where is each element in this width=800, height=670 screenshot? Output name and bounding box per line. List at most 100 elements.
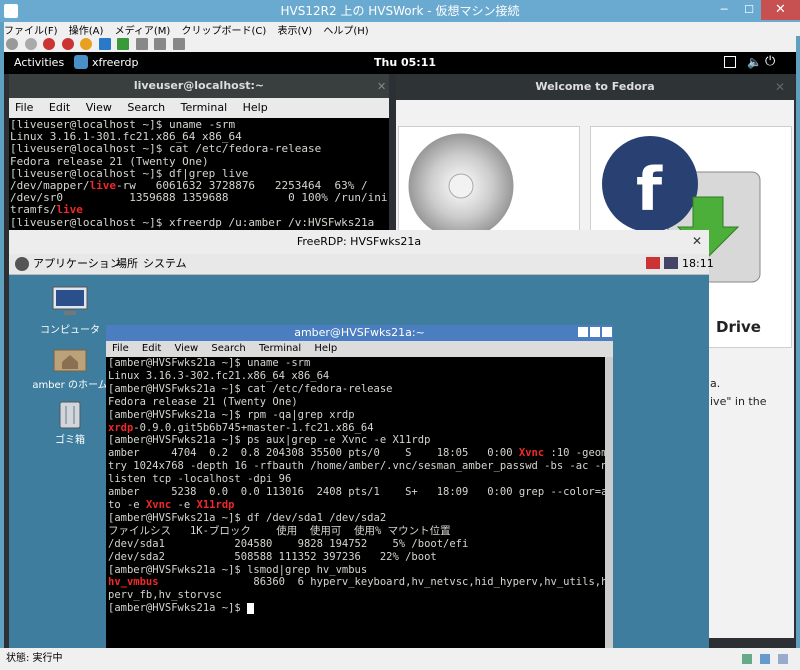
network-icon[interactable]	[664, 257, 678, 269]
trash-icon[interactable]	[56, 398, 84, 430]
clock[interactable]: Thu 05:11	[374, 56, 436, 69]
panel-places[interactable]: 場所	[116, 254, 138, 274]
remote-panel: アプリケーション 場所 システム 18:11	[9, 254, 714, 275]
terminal-text: [liveuser@localhost ~]$ uname -srm	[10, 119, 236, 131]
svg-text:f: f	[636, 155, 663, 225]
computer-icon[interactable]	[50, 285, 90, 319]
reset-icon[interactable]	[117, 38, 129, 50]
gnome-foot-icon[interactable]	[15, 257, 29, 271]
pause-icon[interactable]	[98, 38, 111, 50]
app-menu[interactable]: xfreerdp	[92, 56, 139, 69]
volume-icon[interactable]: 🔈	[747, 55, 762, 69]
terminal-line: [amber@HVSFwks21a ~]$ df /dev/sda1 /dev/…	[108, 512, 605, 525]
terminal-line: ファイルシス 1K-ブロック 使用 使用可 使用% マウント位置	[108, 525, 605, 538]
terminal-text: /dev/sda2 508588 111352 397236 22% /boot	[108, 550, 437, 563]
amber-terminal-scrollbar[interactable]	[605, 357, 613, 648]
panel-system[interactable]: システム	[143, 254, 187, 274]
amber-maximize-icon[interactable]	[590, 327, 600, 337]
power-icon[interactable]: ⏻	[765, 54, 775, 69]
save-icon[interactable]	[80, 38, 92, 50]
terminal-line: Linux 3.16.3-302.fc21.x86_64 x86_64	[108, 370, 605, 383]
welcome-text-2: ive" in the	[710, 395, 767, 408]
at-menu-terminal[interactable]: Terminal	[259, 343, 301, 354]
terminal-line: hv_vmbus 86360 6 hyperv_keyboard,hv_netv…	[108, 576, 605, 589]
lt-menu-terminal[interactable]: Terminal	[181, 101, 228, 114]
terminal-line: /dev/sda1 204580 9828 194752 5% /boot/ef…	[108, 538, 605, 551]
drive-label: Drive	[716, 318, 761, 336]
highlight-match: live	[56, 203, 83, 217]
at-menu-file[interactable]: File	[112, 343, 129, 354]
amber-terminal-output[interactable]: [amber@HVSFwks21a ~]$ uname -srm Linux 3.…	[108, 357, 605, 647]
status-lock-icon	[742, 654, 752, 664]
terminal-text: [amber@HVSFwks21a ~]$ rpm -qa|grep xrdp	[108, 408, 355, 421]
liveuser-close-icon[interactable]: ✕	[377, 80, 386, 93]
enhanced-session-icon[interactable]	[172, 38, 185, 50]
terminal-line: [liveuser@localhost ~]$ xfreerdp /u:ambe…	[10, 215, 388, 229]
liveuser-terminal-output[interactable]: [liveuser@localhost ~]$ uname -srm Linux …	[10, 119, 388, 230]
update-icon[interactable]	[646, 257, 660, 269]
terminal-text: Fedora release 21 (Twenty One)	[10, 154, 209, 168]
minimize-button[interactable]: ─	[711, 0, 737, 20]
terminal-text: ファイルシス 1K-ブロック 使用 使用可 使用% マウント位置	[108, 524, 451, 537]
terminal-line: [amber@HVSFwks21a ~]$ uname -srm	[108, 357, 605, 370]
terminal-text: tramfs/	[10, 203, 57, 217]
terminal-text: [liveuser@localhost ~]$ cat /etc/fedora-…	[10, 142, 322, 156]
shutdown-icon[interactable]	[61, 38, 74, 50]
turn-off-icon[interactable]	[43, 38, 55, 50]
lt-menu-search[interactable]: Search	[127, 101, 165, 114]
activities-button[interactable]: Activities	[14, 56, 64, 69]
lt-menu-help[interactable]: Help	[243, 101, 268, 114]
revert-icon[interactable]	[154, 38, 166, 50]
amber-minimize-icon[interactable]	[578, 327, 588, 337]
highlight-match: X11rdp	[196, 498, 235, 511]
freerdp-close-icon[interactable]: ✕	[692, 234, 702, 248]
amber-close-icon[interactable]	[602, 327, 612, 337]
terminal-line: [amber@HVSFwks21a ~]$ cat /etc/fedora-re…	[108, 383, 605, 396]
hyperv-menubar: ファイル(F) 操作(A) メディア(M) クリップボード(C) 表示(V) ヘ…	[4, 22, 800, 37]
amber-terminal-menubar: File Edit View Search Terminal Help	[106, 341, 613, 357]
trash-label: ゴミ箱	[55, 435, 85, 446]
liveuser-terminal-menubar: File Edit View Search Terminal Help	[9, 98, 389, 118]
terminal-line: amber 4704 0.2 0.8 204308 35500 pts/0 S …	[108, 447, 605, 460]
lt-menu-file[interactable]: File	[15, 101, 33, 114]
ctrl-alt-del-icon[interactable]	[6, 38, 18, 50]
at-menu-search[interactable]: Search	[211, 343, 245, 354]
highlight-match: Xvnc	[518, 447, 545, 460]
terminal-line: Fedora release 21 (Twenty One)	[108, 396, 605, 409]
terminal-text: /dev/sda1 204580 9828 194752 5% /boot/ef…	[108, 537, 469, 550]
home-folder-icon[interactable]	[52, 342, 88, 372]
terminal-text: -e	[171, 498, 197, 511]
at-menu-view[interactable]: View	[174, 343, 198, 354]
terminal-text: [liveuser@localhost ~]$ xfreerdp /u:ambe…	[10, 215, 375, 229]
terminal-text: [liveuser@localhost ~]$ df|grep live	[10, 166, 249, 180]
terminal-line: [amber@HVSFwks21a ~]$ lsmod|grep hv_vmbu…	[108, 564, 605, 577]
home-folder-label: amber のホーム	[32, 380, 108, 391]
panel-clock[interactable]: 18:11	[682, 254, 714, 274]
hyperv-toolbar	[4, 36, 796, 52]
start-icon[interactable]	[24, 38, 37, 50]
lt-menu-view[interactable]: View	[86, 101, 112, 114]
at-menu-help[interactable]: Help	[314, 343, 337, 354]
close-button[interactable]: ✕	[761, 0, 800, 20]
lt-menu-edit[interactable]: Edit	[49, 101, 70, 114]
terminal-text: -0.9.0.git5b6b745+master-1.fc21.x86_64	[133, 421, 374, 434]
highlight-match: live	[89, 179, 116, 193]
at-menu-edit[interactable]: Edit	[142, 343, 161, 354]
terminal-text: [amber@HVSFwks21a ~]$ ps aux|grep -e Xvn…	[108, 434, 431, 447]
terminal-text: Linux 3.16.3-302.fc21.x86_64 x86_64	[108, 369, 330, 382]
terminal-text: :10 -geome	[550, 447, 605, 460]
terminal-text: amber 4704 0.2 0.8 204308 35500 pts/0 S …	[108, 447, 519, 460]
terminal-text: listen tcp -localhost -dpi 96	[108, 473, 292, 486]
checkpoint-icon[interactable]	[135, 38, 148, 50]
xfreerdp-app-icon	[74, 55, 88, 69]
cd-icon	[408, 133, 514, 239]
status-bar: 状態: 実行中	[0, 648, 800, 670]
panel-applications[interactable]: アプリケーション	[33, 254, 121, 274]
terminal-line: perv_fb,hv_storvsc	[108, 589, 605, 602]
screen-icon[interactable]	[724, 56, 736, 68]
status-text: 状態: 実行中	[6, 653, 63, 664]
terminal-line: [amber@HVSFwks21a ~]$ ps aux|grep -e Xvn…	[108, 434, 605, 447]
welcome-close-icon[interactable]: ✕	[775, 80, 785, 94]
maximize-button[interactable]: ☐	[736, 0, 762, 20]
terminal-text: -rw 6061632 3728876 2253464 63% /	[115, 179, 368, 193]
